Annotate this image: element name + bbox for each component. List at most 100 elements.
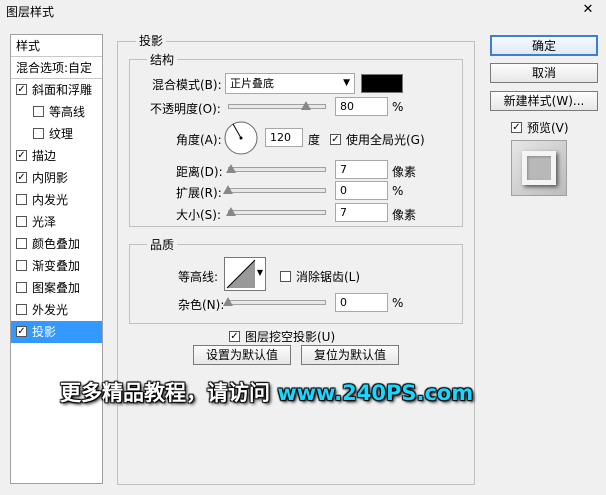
style-item[interactable]: ✓ 斜面和浮雕 bbox=[11, 79, 102, 101]
style-item[interactable]: 图案叠加 bbox=[11, 277, 102, 299]
style-item[interactable]: 等高线 bbox=[11, 101, 102, 123]
style-item[interactable]: 内发光 bbox=[11, 189, 102, 211]
style-item-label: 渐变叠加 bbox=[32, 259, 81, 273]
preview-check-icon[interactable]: ✓ bbox=[511, 122, 522, 133]
style-item-check-icon[interactable]: ✓ bbox=[16, 326, 27, 337]
style-item-label: 光泽 bbox=[32, 215, 57, 229]
styles-list: 样式 混合选项:自定 ✓ 斜面和浮雕等高线纹理 ✓ 描边 ✓ 内阴影内发光光泽颜色叠加渐变… bbox=[10, 34, 103, 484]
distance-input[interactable]: 7 bbox=[335, 160, 388, 179]
angle-label: 角度(A): bbox=[176, 133, 222, 147]
drop-shadow-title: 投影 bbox=[136, 32, 167, 49]
contour-preview-icon bbox=[226, 259, 256, 289]
blend-options-item[interactable]: 混合选项:自定 bbox=[11, 57, 102, 79]
noise-input[interactable]: 0 bbox=[335, 293, 388, 312]
antialias-check-icon[interactable] bbox=[280, 271, 291, 282]
distance-unit: 像素 bbox=[392, 165, 417, 179]
preview-checkbox[interactable]: ✓ 预览(V) bbox=[511, 119, 569, 136]
opacity-label: 不透明度(O): bbox=[150, 102, 221, 116]
style-item-label: 内发光 bbox=[32, 193, 69, 207]
distance-slider[interactable] bbox=[228, 167, 326, 172]
spread-label: 扩展(R): bbox=[176, 186, 222, 200]
style-item[interactable]: ✓ 描边 bbox=[11, 145, 102, 167]
style-item-check-icon[interactable] bbox=[33, 106, 44, 117]
style-item-label: 图案叠加 bbox=[32, 281, 81, 295]
noise-unit: % bbox=[392, 296, 404, 310]
title-bar bbox=[0, 0, 606, 22]
ok-button[interactable]: 确定 bbox=[490, 35, 598, 56]
quality-title: 品质 bbox=[147, 236, 178, 253]
blend-mode-select[interactable]: 正片叠底 ▼ bbox=[225, 73, 355, 94]
opacity-input[interactable]: 80 bbox=[335, 97, 388, 116]
preview-label: 预览(V) bbox=[527, 121, 569, 135]
size-slider[interactable] bbox=[228, 210, 326, 215]
style-item[interactable]: 颜色叠加 bbox=[11, 233, 102, 255]
size-unit: 像素 bbox=[392, 208, 417, 222]
angle-input[interactable]: 120 bbox=[265, 128, 303, 147]
opacity-unit: % bbox=[392, 100, 404, 114]
blend-color-swatch[interactable] bbox=[361, 74, 403, 93]
size-input[interactable]: 7 bbox=[335, 203, 388, 222]
global-light-checkbox[interactable]: ✓ 使用全局光(G) bbox=[330, 131, 425, 148]
contour-picker[interactable]: ▼ bbox=[224, 257, 266, 291]
blend-mode-value: 正片叠底 bbox=[230, 77, 274, 90]
style-item-check-icon[interactable] bbox=[16, 304, 27, 315]
style-item[interactable]: 光泽 bbox=[11, 211, 102, 233]
style-item-label: 投影 bbox=[32, 325, 57, 339]
style-item[interactable]: 渐变叠加 bbox=[11, 255, 102, 277]
new-style-button[interactable]: 新建样式(W)... bbox=[490, 91, 598, 111]
size-slider-handle[interactable] bbox=[225, 207, 236, 216]
style-item-label: 斜面和浮雕 bbox=[32, 83, 93, 97]
spread-slider[interactable] bbox=[228, 188, 326, 193]
global-light-check-icon[interactable]: ✓ bbox=[330, 134, 341, 145]
angle-unit: 度 bbox=[308, 133, 321, 147]
style-item-check-icon[interactable] bbox=[16, 282, 27, 293]
close-icon[interactable]: ✕ bbox=[580, 2, 596, 18]
noise-slider-handle[interactable] bbox=[223, 297, 233, 306]
angle-dial[interactable] bbox=[223, 120, 259, 156]
noise-slider[interactable] bbox=[228, 300, 326, 305]
style-item-label: 等高线 bbox=[49, 105, 86, 119]
style-item-label: 纹理 bbox=[49, 127, 74, 141]
preview-frame bbox=[522, 151, 556, 185]
style-item-check-icon[interactable]: ✓ bbox=[16, 150, 27, 161]
style-item-check-icon[interactable] bbox=[33, 128, 44, 139]
watermark-text: 更多精品教程，请访问 bbox=[60, 381, 270, 405]
style-item-check-icon[interactable] bbox=[16, 260, 27, 271]
knockout-check-icon[interactable]: ✓ bbox=[229, 331, 240, 342]
style-item-label: 内阴影 bbox=[32, 171, 69, 185]
distance-label: 距离(D): bbox=[176, 165, 223, 179]
antialias-checkbox[interactable]: 消除锯齿(L) bbox=[280, 268, 360, 285]
style-item[interactable]: ✓ 内阴影 bbox=[11, 167, 102, 189]
window-title: 图层样式 bbox=[6, 5, 55, 19]
reset-default-button[interactable]: 复位为默认值 bbox=[301, 345, 399, 365]
blend-mode-label: 混合模式(B): bbox=[152, 78, 222, 92]
style-item-check-icon[interactable]: ✓ bbox=[16, 84, 27, 95]
spread-unit: % bbox=[392, 184, 404, 198]
style-item[interactable]: 纹理 bbox=[11, 123, 102, 145]
style-item-check-icon[interactable]: ✓ bbox=[16, 172, 27, 183]
antialias-label: 消除锯齿(L) bbox=[296, 270, 361, 284]
style-item-check-icon[interactable] bbox=[16, 216, 27, 227]
style-preview-thumbnail bbox=[511, 140, 567, 196]
contour-chevron-icon[interactable]: ▼ bbox=[257, 268, 263, 277]
make-default-button[interactable]: 设置为默认值 bbox=[193, 345, 291, 365]
spread-slider-handle[interactable] bbox=[223, 185, 233, 194]
watermark-url: www.240PS.com bbox=[277, 381, 474, 405]
structure-title: 结构 bbox=[147, 51, 178, 68]
style-item-label: 颜色叠加 bbox=[32, 237, 81, 251]
style-item-check-icon[interactable] bbox=[16, 194, 27, 205]
style-item-label: 外发光 bbox=[32, 303, 69, 317]
knockout-label: 图层挖空投影(U) bbox=[245, 330, 336, 344]
distance-slider-handle[interactable] bbox=[225, 164, 236, 173]
watermark: 更多精品教程，请访问 www.240PS.com bbox=[60, 377, 473, 407]
opacity-slider-handle[interactable] bbox=[301, 101, 312, 110]
style-item-label: 描边 bbox=[32, 149, 57, 163]
noise-label: 杂色(N): bbox=[178, 298, 225, 312]
knockout-checkbox[interactable]: ✓ 图层挖空投影(U) bbox=[229, 328, 335, 345]
cancel-button[interactable]: 取消 bbox=[490, 63, 598, 83]
styles-header[interactable]: 样式 bbox=[11, 35, 102, 57]
spread-input[interactable]: 0 bbox=[335, 181, 388, 200]
style-item[interactable]: 外发光 bbox=[11, 299, 102, 321]
style-item-check-icon[interactable] bbox=[16, 238, 27, 249]
style-item[interactable]: ✓ 投影 bbox=[11, 321, 102, 343]
